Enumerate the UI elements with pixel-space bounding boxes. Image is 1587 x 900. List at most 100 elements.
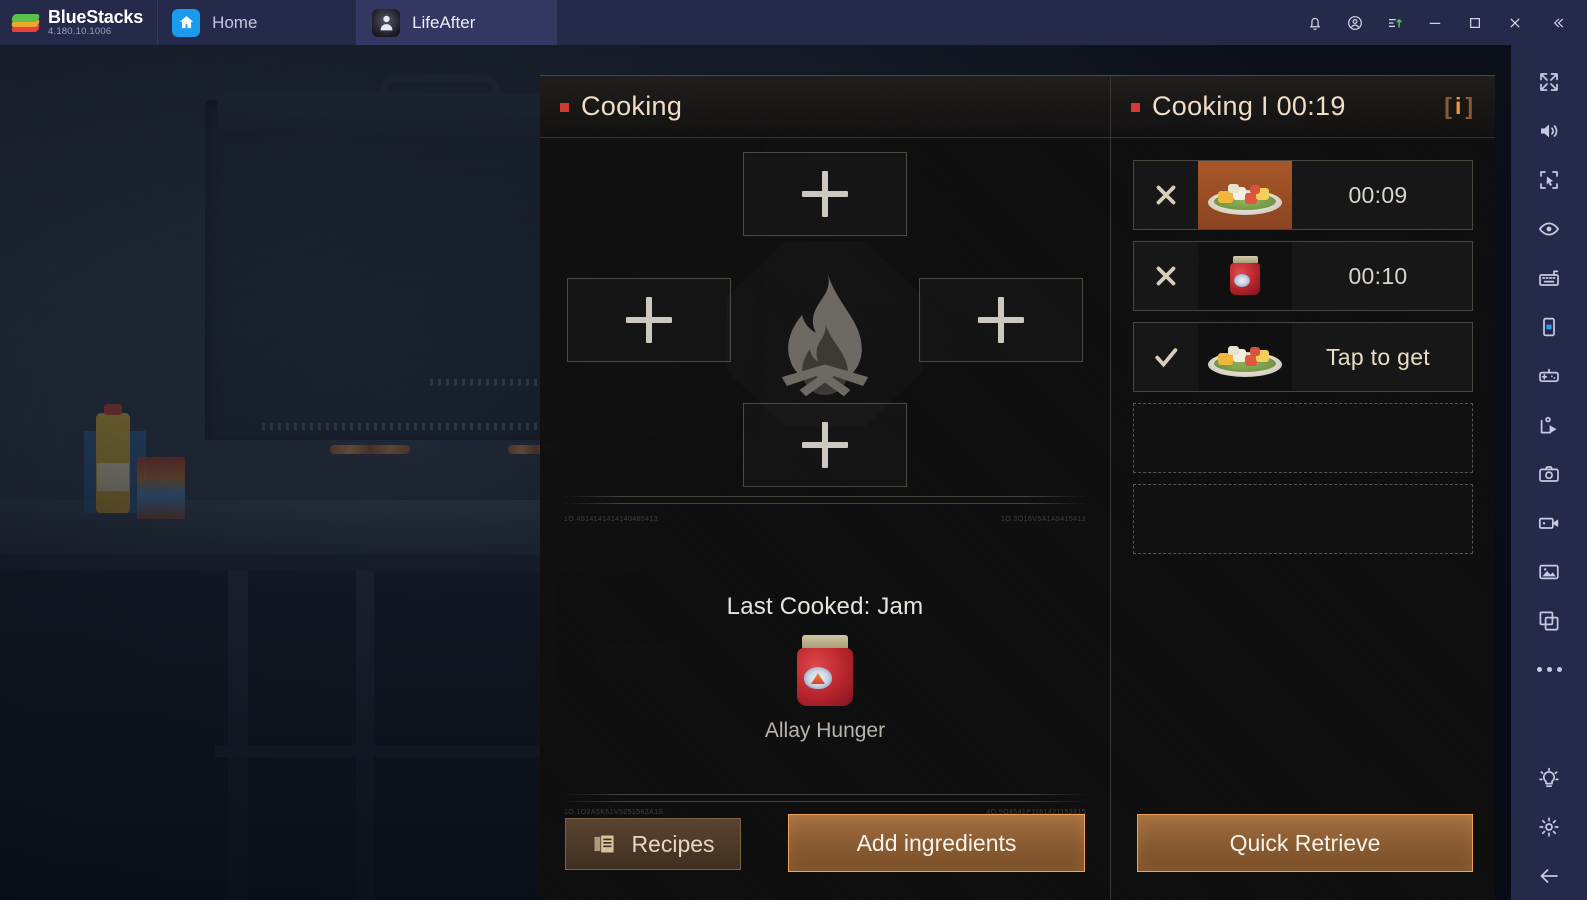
select-region-button[interactable] [1511,155,1587,204]
more-button[interactable] [1511,645,1587,694]
last-cooked-section: Last Cooked: Jam Allay Hunger [540,548,1110,788]
queue-row[interactable]: Tap to get [1133,322,1473,392]
title-bar: BlueStacks 4.180.10.1006 Home LifeAfter [0,0,1587,45]
close-x-icon[interactable] [1134,261,1198,291]
quick-retrieve-button[interactable]: Quick Retrieve [1137,814,1473,872]
phone-icon [1543,317,1555,336]
window-controls [1295,0,1587,45]
queue-title: Cooking I 00:19 [1152,91,1346,121]
jam-jar-icon [1198,242,1292,310]
fullscreen-expand-icon [1540,72,1558,91]
lightbulb-icon [1539,767,1559,787]
notifications-button[interactable] [1295,0,1335,45]
info-button[interactable]: [ i ] [1444,93,1473,120]
fullscreen-button[interactable] [1511,57,1587,106]
multi-instance-button[interactable] [1511,596,1587,645]
salad-plate-icon [1198,161,1292,229]
queue-row-status: 00:10 [1348,262,1408,289]
add-ingredients-label: Add ingredients [856,829,1017,856]
ingredient-slot-top[interactable] [743,152,907,236]
script-play-icon [1540,416,1557,433]
script-play-button[interactable] [1511,400,1587,449]
info-letter: i [1454,93,1463,119]
home-icon [172,8,201,37]
keyboard-controls-button[interactable] [1511,253,1587,302]
game-viewport: Cooking 1O.4514141414140465413 1O.3O16V5… [0,45,1511,900]
account-button[interactable] [1335,0,1375,45]
eye-button[interactable] [1511,204,1587,253]
queue-pane-header: Cooking I 00:19 [ i ] [1111,76,1495,138]
queue-row-status: 00:09 [1348,181,1408,208]
copy-windows-icon [1539,611,1559,630]
jam-jar-icon [793,635,857,707]
minimize-button[interactable] [1415,0,1455,45]
device-orientation-button[interactable] [1511,302,1587,351]
collapse-sidebar-button[interactable] [1535,0,1581,45]
bluestacks-window: BlueStacks 4.180.10.1006 Home LifeAfter [0,0,1587,900]
ingredient-slot-bottom[interactable] [743,403,907,487]
info-bracket-left: [ [1444,93,1452,119]
brand-text: BlueStacks 4.180.10.1006 [48,8,143,37]
queue-row-empty[interactable] [1133,403,1473,473]
add-ingredients-button[interactable]: Add ingredients [788,814,1085,872]
plus-icon [626,297,672,343]
bluestacks-brand: BlueStacks 4.180.10.1006 [0,0,157,45]
volume-button[interactable] [1511,106,1587,155]
title-bullet-icon [1131,103,1140,112]
queue-row[interactable]: 00:10 [1133,241,1473,311]
camera-icon [1539,465,1559,482]
plus-icon [802,171,848,217]
close-button[interactable] [1495,0,1535,45]
decor-code-bottom-left: 1O.1O2A5K51V5251562A1S [564,809,664,816]
brand-name: BlueStacks [48,7,144,28]
cursor-select-icon [1540,170,1558,189]
ingredient-grid: 1O.4514141414140465413 1O.3O16V5A1A54154… [540,138,1110,538]
bluestacks-logo-icon [10,12,41,34]
plus-icon [978,297,1024,343]
ellipsis-icon [1536,667,1542,672]
queue-row-empty[interactable] [1133,484,1473,554]
record-button[interactable] [1511,498,1587,547]
cooking-title: Cooking [581,91,683,121]
title-bullet-icon [560,103,569,112]
update-button[interactable] [1375,0,1415,45]
tab-lifeafter-label: LifeAfter [412,12,476,32]
last-cooked-title: Last Cooked: Jam [726,593,924,620]
plus-icon [802,422,848,468]
maximize-button[interactable] [1455,0,1495,45]
salad-plate-icon [1198,323,1292,391]
brand-version: 4.180.10.1006 [48,25,112,37]
recipes-button[interactable]: Recipes [565,818,741,870]
tab-lifeafter[interactable]: LifeAfter [357,0,558,45]
divider-upper [562,496,1088,497]
tab-bar: Home LifeAfter [157,0,1295,45]
settings-button[interactable] [1511,802,1587,851]
screenshot-button[interactable] [1511,449,1587,498]
speaker-icon [1541,124,1558,137]
ingredient-slot-left[interactable] [567,278,731,362]
book-icon [594,835,614,853]
app-avatar-icon [372,8,401,37]
gamepad-button[interactable] [1511,351,1587,400]
tab-home-label: Home [212,12,258,32]
divider-lower-2 [562,801,1088,802]
quick-retrieve-label: Quick Retrieve [1229,829,1381,856]
back-button[interactable] [1511,851,1587,900]
last-cooked-effect: Allay Hunger [764,719,886,742]
close-x-icon[interactable] [1134,180,1198,210]
divider-lower [562,794,1088,795]
media-manager-button[interactable] [1511,547,1587,596]
arrow-left-icon [1540,868,1558,883]
ingredient-slot-right[interactable] [919,278,1083,362]
gallery-icon [1539,564,1559,579]
cooking-pane: Cooking 1O.4514141414140465413 1O.3O16V5… [540,76,1110,900]
tips-button[interactable] [1511,753,1587,802]
campfire-icon [727,241,923,427]
dialog-footer: Recipes Add ingredients Quick Retrieve [540,814,1495,872]
check-icon[interactable] [1134,342,1198,372]
decor-code-top-right: 1O.3O16V5A1A5415413 [1000,516,1086,523]
cooking-pane-header: Cooking [540,76,1110,138]
queue-row[interactable]: 00:09 [1133,160,1473,230]
cooking-dialog: Cooking 1O.4514141414140465413 1O.3O16V5… [540,75,1495,900]
tab-home[interactable]: Home [157,0,358,45]
